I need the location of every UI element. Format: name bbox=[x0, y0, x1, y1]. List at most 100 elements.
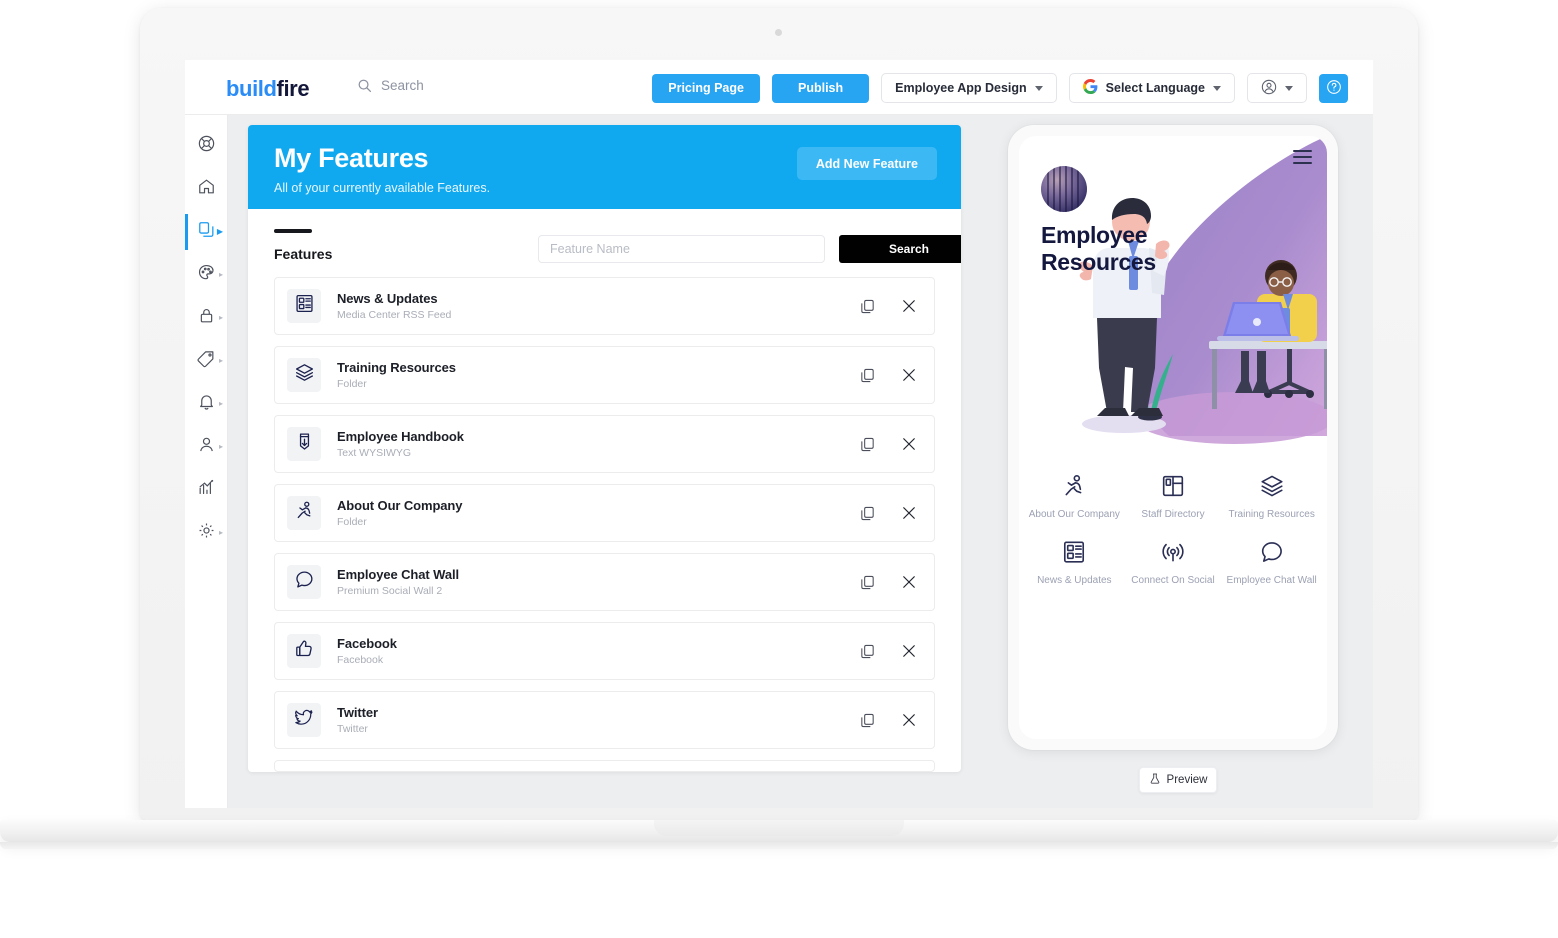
global-search[interactable]: Search bbox=[357, 78, 424, 93]
close-icon[interactable] bbox=[900, 573, 918, 591]
search-features-button[interactable]: Search bbox=[839, 235, 961, 263]
main-content-area: My Features All of your currently availa… bbox=[228, 115, 1373, 808]
sidebar-item-lifebuoy[interactable] bbox=[185, 124, 227, 167]
publish-button[interactable]: Publish bbox=[771, 73, 870, 103]
chevron-down-icon bbox=[1034, 85, 1043, 91]
search-icon bbox=[357, 78, 372, 93]
search-placeholder-text: Search bbox=[381, 78, 424, 93]
table-row[interactable]: Twitter Twitter bbox=[274, 691, 935, 749]
hamburger-menu-icon[interactable] bbox=[1293, 150, 1312, 168]
app-tile[interactable]: About Our Company bbox=[1025, 470, 1124, 520]
duplicate-icon[interactable] bbox=[859, 505, 876, 522]
table-row[interactable]: Facebook Facebook bbox=[274, 622, 935, 680]
feature-type: Facebook bbox=[337, 654, 384, 666]
top-navigation-bar: buildfire Search Pricing Page Publish Em… bbox=[185, 60, 1373, 115]
sidebar-item-design[interactable]: ▸ bbox=[185, 253, 227, 296]
sidebar-item-notifications[interactable]: ▸ bbox=[185, 382, 227, 425]
lifebuoy-icon bbox=[197, 134, 216, 158]
close-icon[interactable] bbox=[900, 504, 918, 522]
row-actions bbox=[859, 504, 918, 522]
buildfire-logo[interactable]: buildfire bbox=[226, 76, 310, 102]
app-tile[interactable]: Staff Directory bbox=[1124, 470, 1223, 520]
row-actions bbox=[859, 711, 918, 729]
app-tile-label: News & Updates bbox=[1037, 575, 1112, 586]
feature-name-input[interactable] bbox=[538, 235, 825, 263]
sidebar-item-settings[interactable]: ▸ bbox=[185, 511, 227, 554]
chevron-right-icon: ▸ bbox=[218, 442, 223, 451]
app-tile-label: Training Resources bbox=[1228, 509, 1315, 520]
chevron-down-icon bbox=[1213, 85, 1221, 91]
app-tile[interactable]: News & Updates bbox=[1025, 536, 1124, 586]
account-dropdown[interactable] bbox=[1247, 73, 1307, 103]
close-icon[interactable] bbox=[900, 435, 918, 453]
app-tile[interactable]: Employee Chat Wall bbox=[1222, 536, 1321, 586]
sidebar-item-home[interactable] bbox=[185, 167, 227, 210]
table-row[interactable]: Employee Handbook Text WYSIWYG bbox=[274, 415, 935, 473]
tag-icon bbox=[197, 349, 216, 373]
close-icon[interactable] bbox=[900, 297, 918, 315]
sidebar-item-users[interactable]: ▸ bbox=[185, 425, 227, 468]
close-icon[interactable] bbox=[900, 366, 918, 384]
preview-button[interactable]: Preview bbox=[1139, 767, 1217, 793]
pricing-page-button[interactable]: Pricing Page bbox=[652, 73, 760, 103]
tab-active-indicator bbox=[274, 229, 312, 233]
table-row[interactable]: News & Updates Media Center RSS Feed bbox=[274, 277, 935, 335]
app-design-dropdown[interactable]: Employee App Design bbox=[881, 73, 1057, 103]
app-tile[interactable]: Connect On Social bbox=[1124, 536, 1223, 586]
add-new-feature-button[interactable]: Add New Feature bbox=[796, 147, 937, 180]
table-row[interactable] bbox=[274, 760, 935, 772]
logo-build-text: build bbox=[226, 76, 277, 101]
sidebar-item-features[interactable]: ▶ bbox=[185, 210, 227, 253]
duplicate-icon[interactable] bbox=[859, 712, 876, 729]
tab-features[interactable]: Features bbox=[274, 229, 332, 262]
home-icon bbox=[197, 177, 216, 201]
row-actions bbox=[859, 435, 918, 453]
my-features-banner: My Features All of your currently availa… bbox=[248, 125, 961, 209]
layers-copy-icon bbox=[197, 220, 216, 244]
app-tile[interactable]: Training Resources bbox=[1222, 470, 1321, 520]
layout-grid-icon bbox=[1160, 470, 1186, 502]
table-row[interactable]: Training Resources Folder bbox=[274, 346, 935, 404]
app-title: Employee Resources bbox=[1041, 222, 1156, 276]
running-person-icon bbox=[1061, 470, 1087, 502]
thumbs-up-icon bbox=[294, 638, 315, 664]
app-design-label: Employee App Design bbox=[895, 81, 1027, 95]
feature-text: Twitter Twitter bbox=[337, 705, 378, 735]
app-tile-label: Connect On Social bbox=[1131, 575, 1215, 586]
broadcast-icon bbox=[1160, 536, 1186, 568]
table-row[interactable]: Employee Chat Wall Premium Social Wall 2 bbox=[274, 553, 935, 611]
feature-type: Text WYSIWYG bbox=[337, 447, 412, 459]
sidebar-item-analytics[interactable] bbox=[185, 468, 227, 511]
duplicate-icon[interactable] bbox=[859, 367, 876, 384]
book-download-icon bbox=[294, 431, 315, 457]
app-title-line2: Resources bbox=[1041, 249, 1156, 276]
feature-type: Media Center RSS Feed bbox=[337, 309, 452, 321]
row-actions bbox=[859, 573, 918, 591]
help-button[interactable] bbox=[1319, 73, 1348, 103]
lock-icon bbox=[197, 306, 216, 330]
app-preview-column: Employee Resources About Our Company Sta… bbox=[1008, 125, 1348, 793]
gear-icon bbox=[197, 521, 216, 545]
duplicate-icon[interactable] bbox=[859, 436, 876, 453]
chevron-right-icon: ▸ bbox=[218, 528, 223, 537]
app-tile-label: About Our Company bbox=[1028, 509, 1120, 520]
chevron-down-icon bbox=[1285, 85, 1293, 91]
close-icon[interactable] bbox=[900, 711, 918, 729]
feature-type: Folder bbox=[337, 378, 367, 390]
duplicate-icon[interactable] bbox=[859, 298, 876, 315]
chevron-right-icon: ▸ bbox=[218, 356, 223, 365]
feature-type: Folder bbox=[337, 516, 367, 528]
app-tile-label: Staff Directory bbox=[1141, 509, 1205, 520]
feature-icon-box bbox=[287, 565, 321, 599]
language-dropdown[interactable]: Select Language bbox=[1068, 73, 1235, 103]
feature-type: Twitter bbox=[337, 723, 368, 735]
sidebar-item-tags[interactable]: ▸ bbox=[185, 339, 227, 382]
duplicate-icon[interactable] bbox=[859, 574, 876, 591]
duplicate-icon[interactable] bbox=[859, 643, 876, 660]
phone-screen: Employee Resources About Our Company Sta… bbox=[1019, 136, 1327, 739]
sidebar-item-security[interactable]: ▸ bbox=[185, 296, 227, 339]
chevron-right-icon: ▸ bbox=[218, 270, 223, 279]
close-icon[interactable] bbox=[900, 642, 918, 660]
table-row[interactable]: About Our Company Folder bbox=[274, 484, 935, 542]
speech-bubble-icon bbox=[1259, 536, 1285, 568]
